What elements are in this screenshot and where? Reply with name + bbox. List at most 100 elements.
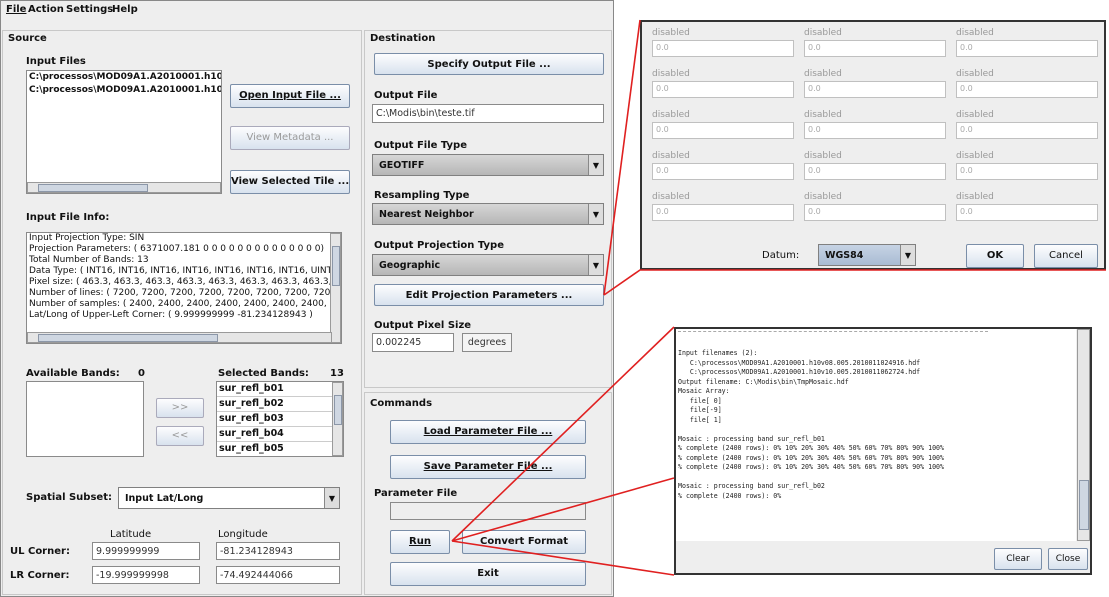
- console-line: % complete (2400 rows): 0% 10% 20% 30% 4…: [678, 453, 944, 462]
- list-item[interactable]: sur_refl_b02: [217, 397, 343, 412]
- selected-bands-list[interactable]: sur_refl_b01 sur_refl_b02 sur_refl_b03 s…: [216, 381, 344, 457]
- convert-format-button[interactable]: Convert Format: [462, 530, 586, 554]
- horizontal-scrollbar[interactable]: [27, 182, 221, 193]
- param-field[interactable]: 0.0: [804, 81, 946, 98]
- chevron-down-icon[interactable]: ▼: [324, 488, 339, 508]
- output-projection-type-value: Geographic: [379, 260, 441, 271]
- scroll-thumb[interactable]: [38, 184, 148, 192]
- vertical-scrollbar[interactable]: [1077, 329, 1090, 541]
- console-separator: [678, 331, 988, 332]
- pixel-unit-field: degrees: [462, 333, 512, 352]
- horizontal-scrollbar[interactable]: [27, 332, 332, 343]
- chevron-down-icon[interactable]: ▼: [588, 155, 603, 175]
- add-band-button[interactable]: >>: [156, 398, 204, 418]
- projection-parameters-dialog: [640, 20, 1106, 270]
- param-field[interactable]: 0.0: [804, 163, 946, 180]
- menu-help[interactable]: Help: [112, 4, 138, 15]
- param-label: disabled: [956, 28, 994, 38]
- parameter-file-field[interactable]: [390, 502, 586, 520]
- input-file-info-box: Input Projection Type: SIN Projection Pa…: [26, 232, 342, 344]
- list-item[interactable]: sur_refl_b01: [217, 382, 343, 397]
- menu-file[interactable]: File: [6, 4, 26, 15]
- ul-latitude-field[interactable]: 9.999999999: [92, 542, 200, 560]
- chevron-down-icon[interactable]: ▼: [588, 255, 603, 275]
- console-output: Input filenames (2): C:\processos\MOD09A…: [676, 329, 1076, 541]
- input-files-list[interactable]: C:\processos\MOD09A1.A2010001.h10v0 C:\p…: [26, 70, 222, 194]
- output-pixel-size-field[interactable]: 0.002245: [372, 333, 454, 352]
- lr-longitude-field[interactable]: -74.492444066: [216, 566, 340, 584]
- spatial-subset-value: Input Lat/Long: [125, 493, 204, 504]
- spatial-subset-label: Spatial Subset:: [26, 492, 112, 503]
- output-file-type-select[interactable]: GEOTIFF ▼: [372, 154, 604, 176]
- console-line: file[ 1]: [678, 415, 722, 424]
- ok-button[interactable]: OK: [966, 244, 1024, 268]
- console-line: Mosaic : processing band sur_refl_b02: [678, 482, 825, 490]
- scroll-thumb[interactable]: [1079, 480, 1089, 530]
- info-line: Pixel size: ( 463.3, 463.3, 463.3, 463.3…: [29, 277, 342, 287]
- available-bands-list[interactable]: [26, 381, 144, 457]
- run-button[interactable]: Run: [390, 530, 450, 554]
- latitude-label: Latitude: [110, 529, 152, 540]
- lr-latitude-field[interactable]: -19.999999998: [92, 566, 200, 584]
- output-file-field[interactable]: C:\Modis\bin\teste.tif: [372, 104, 604, 123]
- load-parameter-file-button[interactable]: Load Parameter File ...: [390, 420, 586, 444]
- resampling-type-select[interactable]: Nearest Neighbor ▼: [372, 203, 604, 225]
- menu-settings[interactable]: Settings: [66, 4, 113, 15]
- output-projection-type-select[interactable]: Geographic ▼: [372, 254, 604, 276]
- param-field[interactable]: 0.0: [956, 204, 1098, 221]
- list-item[interactable]: C:\processos\MOD09A1.A2010001.h10v0: [27, 71, 221, 84]
- specify-output-file-button[interactable]: Specify Output File ...: [374, 53, 604, 75]
- param-field[interactable]: 0.0: [652, 122, 794, 139]
- scroll-thumb[interactable]: [332, 246, 340, 286]
- vertical-scrollbar[interactable]: [330, 233, 341, 343]
- param-field[interactable]: 0.0: [652, 81, 794, 98]
- param-label: disabled: [956, 151, 994, 161]
- list-item[interactable]: C:\processos\MOD09A1.A2010001.h10v1: [27, 84, 221, 97]
- datum-select[interactable]: WGS84 ▼: [818, 244, 916, 266]
- param-label: disabled: [804, 69, 842, 79]
- cancel-button[interactable]: Cancel: [1034, 244, 1098, 268]
- chevron-down-icon[interactable]: ▼: [588, 204, 603, 224]
- spatial-subset-select[interactable]: Input Lat/Long ▼: [118, 487, 340, 509]
- remove-band-button[interactable]: <<: [156, 426, 204, 446]
- param-field[interactable]: 0.0: [956, 81, 1098, 98]
- info-line: Number of samples: ( 2400, 2400, 2400, 2…: [29, 299, 342, 309]
- param-label: disabled: [652, 192, 690, 202]
- param-field[interactable]: 0.0: [652, 40, 794, 57]
- param-field[interactable]: 0.0: [652, 163, 794, 180]
- param-label: disabled: [956, 192, 994, 202]
- scroll-thumb[interactable]: [38, 334, 218, 342]
- param-field[interactable]: 0.0: [956, 40, 1098, 57]
- param-field[interactable]: 0.0: [804, 204, 946, 221]
- menu-action[interactable]: Action: [28, 4, 64, 15]
- list-item[interactable]: sur_refl_b03: [217, 412, 343, 427]
- ul-longitude-field[interactable]: -81.234128943: [216, 542, 340, 560]
- save-parameter-file-button[interactable]: Save Parameter File ...: [390, 455, 586, 479]
- datum-value: WGS84: [825, 250, 864, 261]
- view-selected-tile-button[interactable]: View Selected Tile ...: [230, 170, 350, 194]
- list-item[interactable]: sur_refl_b05: [217, 442, 343, 456]
- param-field[interactable]: 0.0: [804, 122, 946, 139]
- console-line: Mosaic : processing band sur_refl_b01: [678, 434, 825, 443]
- vertical-scrollbar[interactable]: [332, 382, 343, 456]
- param-field[interactable]: 0.0: [804, 40, 946, 57]
- list-item[interactable]: sur_refl_b04: [217, 427, 343, 442]
- param-label: disabled: [956, 69, 994, 79]
- open-input-file-button[interactable]: Open Input File ...: [230, 84, 350, 108]
- param-label: disabled: [804, 28, 842, 38]
- edit-projection-parameters-button[interactable]: Edit Projection Parameters ...: [374, 284, 604, 306]
- view-metadata-button[interactable]: View Metadata ...: [230, 126, 350, 150]
- param-field[interactable]: 0.0: [956, 163, 1098, 180]
- lr-corner-label: LR Corner:: [10, 570, 70, 581]
- console-line: % complete (2400 rows): 0% 10% 20% 30% 4…: [678, 444, 944, 452]
- close-button[interactable]: Close: [1048, 548, 1088, 570]
- exit-button[interactable]: Exit: [390, 562, 586, 586]
- clear-button[interactable]: Clear: [994, 548, 1042, 570]
- scroll-thumb[interactable]: [334, 395, 342, 425]
- param-field[interactable]: 0.0: [652, 204, 794, 221]
- chevron-down-icon[interactable]: ▼: [900, 245, 915, 265]
- param-field[interactable]: 0.0: [956, 122, 1098, 139]
- param-label: disabled: [956, 110, 994, 120]
